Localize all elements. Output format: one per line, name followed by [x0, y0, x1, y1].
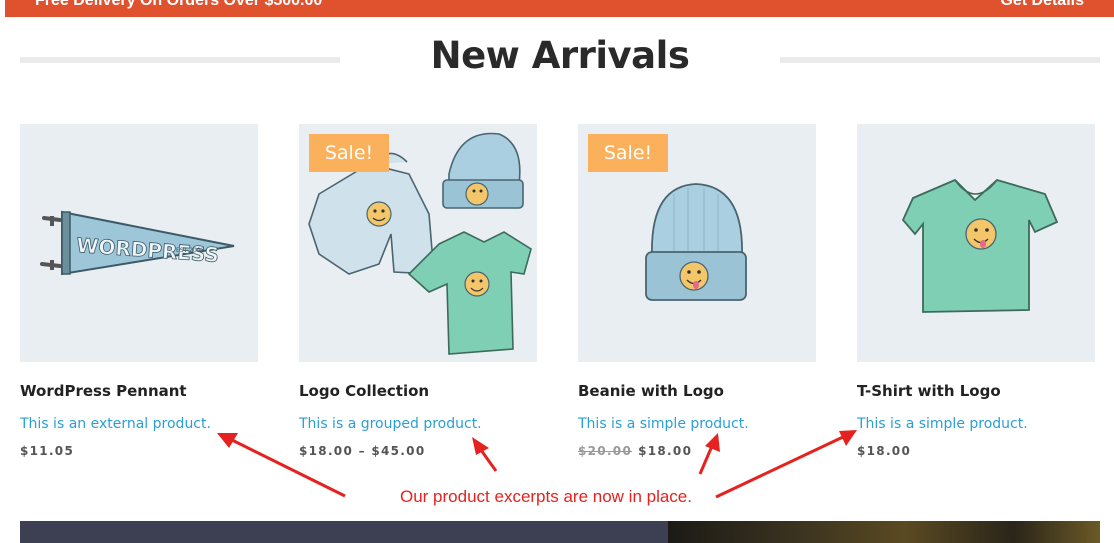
annotation-arrows: [217, 430, 857, 499]
hero-banner: [20, 521, 1100, 543]
hero-image-left: [20, 521, 668, 543]
arrow-to-product-3: [698, 445, 714, 475]
arrow-to-product-2: [479, 449, 498, 472]
annotation-text: Our product excerpts are now in place.: [400, 487, 692, 506]
hero-image-right: [668, 521, 1100, 543]
